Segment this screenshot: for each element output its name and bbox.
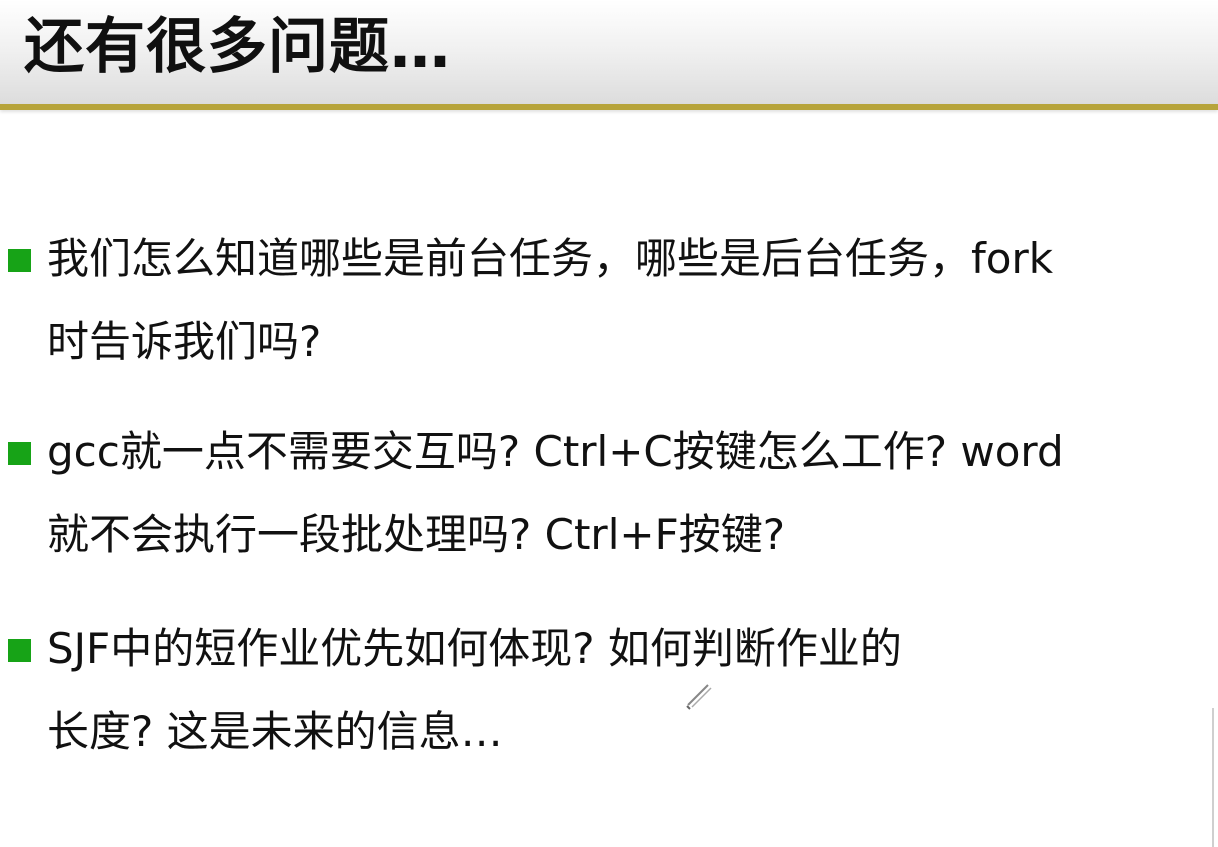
- square-bullet-icon: [8, 639, 31, 662]
- bullet-text: gcc就一点不需要交互吗? Ctrl+C按键怎么工作? word 就不会执行一段…: [47, 410, 1197, 576]
- bullet-text: 我们怎么知道哪些是前台任务，哪些是后台任务，fork 时告诉我们吗?: [47, 217, 1197, 383]
- edge-line: [1212, 708, 1214, 847]
- bullet-list: 我们怎么知道哪些是前台任务，哪些是后台任务，fork 时告诉我们吗? gcc就一…: [0, 0, 1218, 847]
- square-bullet-icon: [8, 249, 31, 272]
- pen-cursor-icon: [686, 684, 712, 710]
- bullet-line: gcc就一点不需要交互吗? Ctrl+C按键怎么工作? word: [47, 427, 1064, 476]
- square-bullet-icon: [8, 442, 31, 465]
- bullet-line: 就不会执行一段批处理吗? Ctrl+F按键?: [47, 510, 786, 559]
- bullet-line: 时告诉我们吗?: [47, 317, 322, 366]
- bullet-line: 长度? 这是未来的信息…: [47, 707, 503, 756]
- bullet-text: SJF中的短作业优先如何体现? 如何判断作业的 长度? 这是未来的信息…: [47, 607, 1197, 773]
- bullet-line: SJF中的短作业优先如何体现? 如何判断作业的: [47, 624, 902, 673]
- bullet-line: 我们怎么知道哪些是前台任务，哪些是后台任务，fork: [47, 234, 1054, 283]
- slide: 还有很多问题… 我们怎么知道哪些是前台任务，哪些是后台任务，fork 时告诉我们…: [0, 0, 1218, 847]
